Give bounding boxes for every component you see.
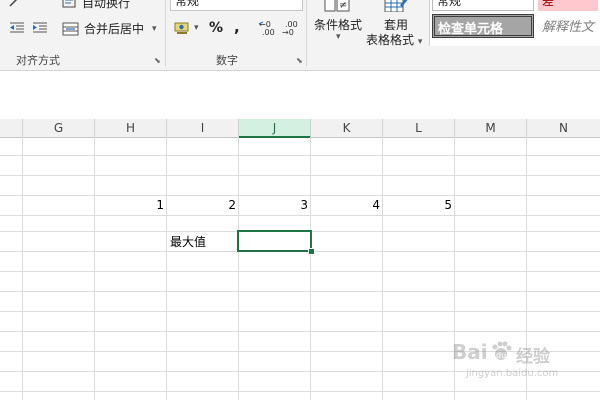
merge-center-button[interactable]: 合并后居中 ▾ <box>62 20 157 37</box>
accounting-dropdown-arrow-icon[interactable]: ▾ <box>194 23 199 33</box>
svg-text:→0: →0 <box>282 28 294 37</box>
watermark-brand: Bai <box>452 340 488 364</box>
gridline <box>0 311 600 312</box>
decrease-indent-button[interactable] <box>8 20 26 36</box>
paw-logo-icon: du <box>492 341 512 360</box>
accounting-format-button[interactable]: ▾ <box>174 20 199 36</box>
conditional-formatting-dropdown-icon: ▾ <box>336 32 341 42</box>
wrap-text-label: 自动换行 <box>82 0 131 10</box>
column-header-i[interactable]: I <box>167 119 239 137</box>
gridline <box>0 175 600 176</box>
merge-dropdown-arrow-icon[interactable]: ▾ <box>152 24 157 34</box>
number-format-dropdown[interactable]: 常规 <box>170 0 303 11</box>
alignment-dialog-launcher-icon[interactable]: ⬊ <box>154 57 162 65</box>
column-header-m[interactable]: M <box>455 119 527 137</box>
comma-icon: , <box>234 18 240 36</box>
increase-decimal-icon: ←0 .00 <box>258 20 275 37</box>
ribbon: 自动换行 合并后居中 ▾ 对齐方式 ⬊ 常规 ▾ % , ←0 .00 .00 … <box>0 0 600 71</box>
column-header-j[interactable]: J <box>239 119 311 138</box>
increase-indent-button[interactable] <box>31 20 49 36</box>
decrease-decimal-icon: .00 →0 <box>282 20 298 37</box>
alignment-group-label: 对齐方式 <box>16 54 60 67</box>
watermark: Bai du 经验 jingyan.baidu.com <box>452 338 592 388</box>
cell-j-value[interactable]: 3 <box>239 196 308 214</box>
number-group-label: 数字 <box>216 54 238 67</box>
conditional-formatting-icon: ≠ <box>324 0 350 12</box>
active-cell-j[interactable] <box>237 230 312 252</box>
gridline <box>0 155 600 156</box>
style-bad[interactable]: 差 <box>538 0 598 11</box>
cell-i-max-label[interactable]: 最大值 <box>170 233 236 251</box>
gridline <box>382 137 383 400</box>
format-as-table-icon <box>384 0 408 12</box>
style-explanatory[interactable]: 解释性文 <box>542 16 600 36</box>
column-header-partial[interactable] <box>0 119 23 137</box>
format-as-table-dropdown-icon: ▾ <box>417 37 423 47</box>
orientation-button[interactable] <box>6 0 28 10</box>
style-bad-label: 差 <box>542 0 555 8</box>
cell-styles-gallery: 常规 差 检查单元格 解释性文 <box>429 0 600 46</box>
gridline <box>22 137 23 400</box>
conditional-formatting-button[interactable]: ≠ 条件格式 ▾ <box>310 0 366 48</box>
cell-l-value[interactable]: 5 <box>383 196 452 214</box>
gridline <box>0 215 600 216</box>
style-normal-label: 常规 <box>437 0 462 8</box>
gridline <box>166 137 167 400</box>
merge-center-label: 合并后居中 <box>84 22 145 36</box>
cell-h-value[interactable]: 1 <box>95 196 164 214</box>
increase-indent-icon <box>33 22 47 33</box>
percent-style-button[interactable]: % <box>209 20 223 36</box>
svg-text:≠: ≠ <box>339 0 347 11</box>
column-headers: G H I J K L M N <box>0 119 600 138</box>
gridline <box>0 391 600 392</box>
group-divider <box>165 0 166 66</box>
percent-icon: % <box>209 20 224 36</box>
style-explanatory-label: 解释性文 <box>542 20 595 35</box>
column-header-g[interactable]: G <box>23 119 95 137</box>
currency-icon <box>174 22 189 34</box>
group-divider <box>306 0 307 66</box>
gridline <box>0 291 600 292</box>
orientation-icon <box>9 0 19 7</box>
watermark-paw-text: du <box>496 351 506 360</box>
gridline <box>238 137 239 400</box>
style-check-cell[interactable]: 检查单元格 <box>432 14 534 38</box>
column-header-k[interactable]: K <box>311 119 383 137</box>
cell-k-value[interactable]: 4 <box>311 196 380 214</box>
gridline <box>310 137 311 400</box>
wrap-text-icon <box>62 0 76 7</box>
comma-style-button[interactable]: , <box>234 18 240 36</box>
decrease-decimal-button[interactable]: .00 →0 <box>281 19 301 37</box>
watermark-suffix: 经验 <box>516 347 550 367</box>
style-normal[interactable]: 常规 <box>432 0 534 11</box>
increase-decimal-button[interactable]: ←0 .00 <box>258 19 278 37</box>
column-header-l[interactable]: L <box>383 119 455 137</box>
gridline <box>94 137 95 400</box>
gridline <box>0 331 600 332</box>
formula-bar-area <box>0 71 600 120</box>
wrap-text-button[interactable]: 自动换行 <box>62 0 142 10</box>
fill-handle[interactable] <box>308 248 315 255</box>
column-header-h[interactable]: H <box>95 119 167 137</box>
style-check-cell-label: 检查单元格 <box>438 22 504 37</box>
decrease-indent-icon <box>10 22 24 33</box>
svg-text:.00: .00 <box>262 28 275 37</box>
number-format-value: 常规 <box>175 0 200 8</box>
conditional-formatting-label: 条件格式 <box>314 18 363 32</box>
gridline <box>0 271 600 272</box>
format-as-table-label-line2: 表格格式 <box>366 33 415 47</box>
column-header-n[interactable]: N <box>527 119 600 137</box>
format-as-table-button[interactable]: 套用 表格格式 ▾ <box>364 0 428 48</box>
watermark-url: jingyan.baidu.com <box>466 368 559 379</box>
number-dialog-launcher-icon[interactable]: ⬊ <box>296 57 304 65</box>
cell-i-value[interactable]: 2 <box>167 196 236 214</box>
merge-center-icon <box>62 22 79 35</box>
